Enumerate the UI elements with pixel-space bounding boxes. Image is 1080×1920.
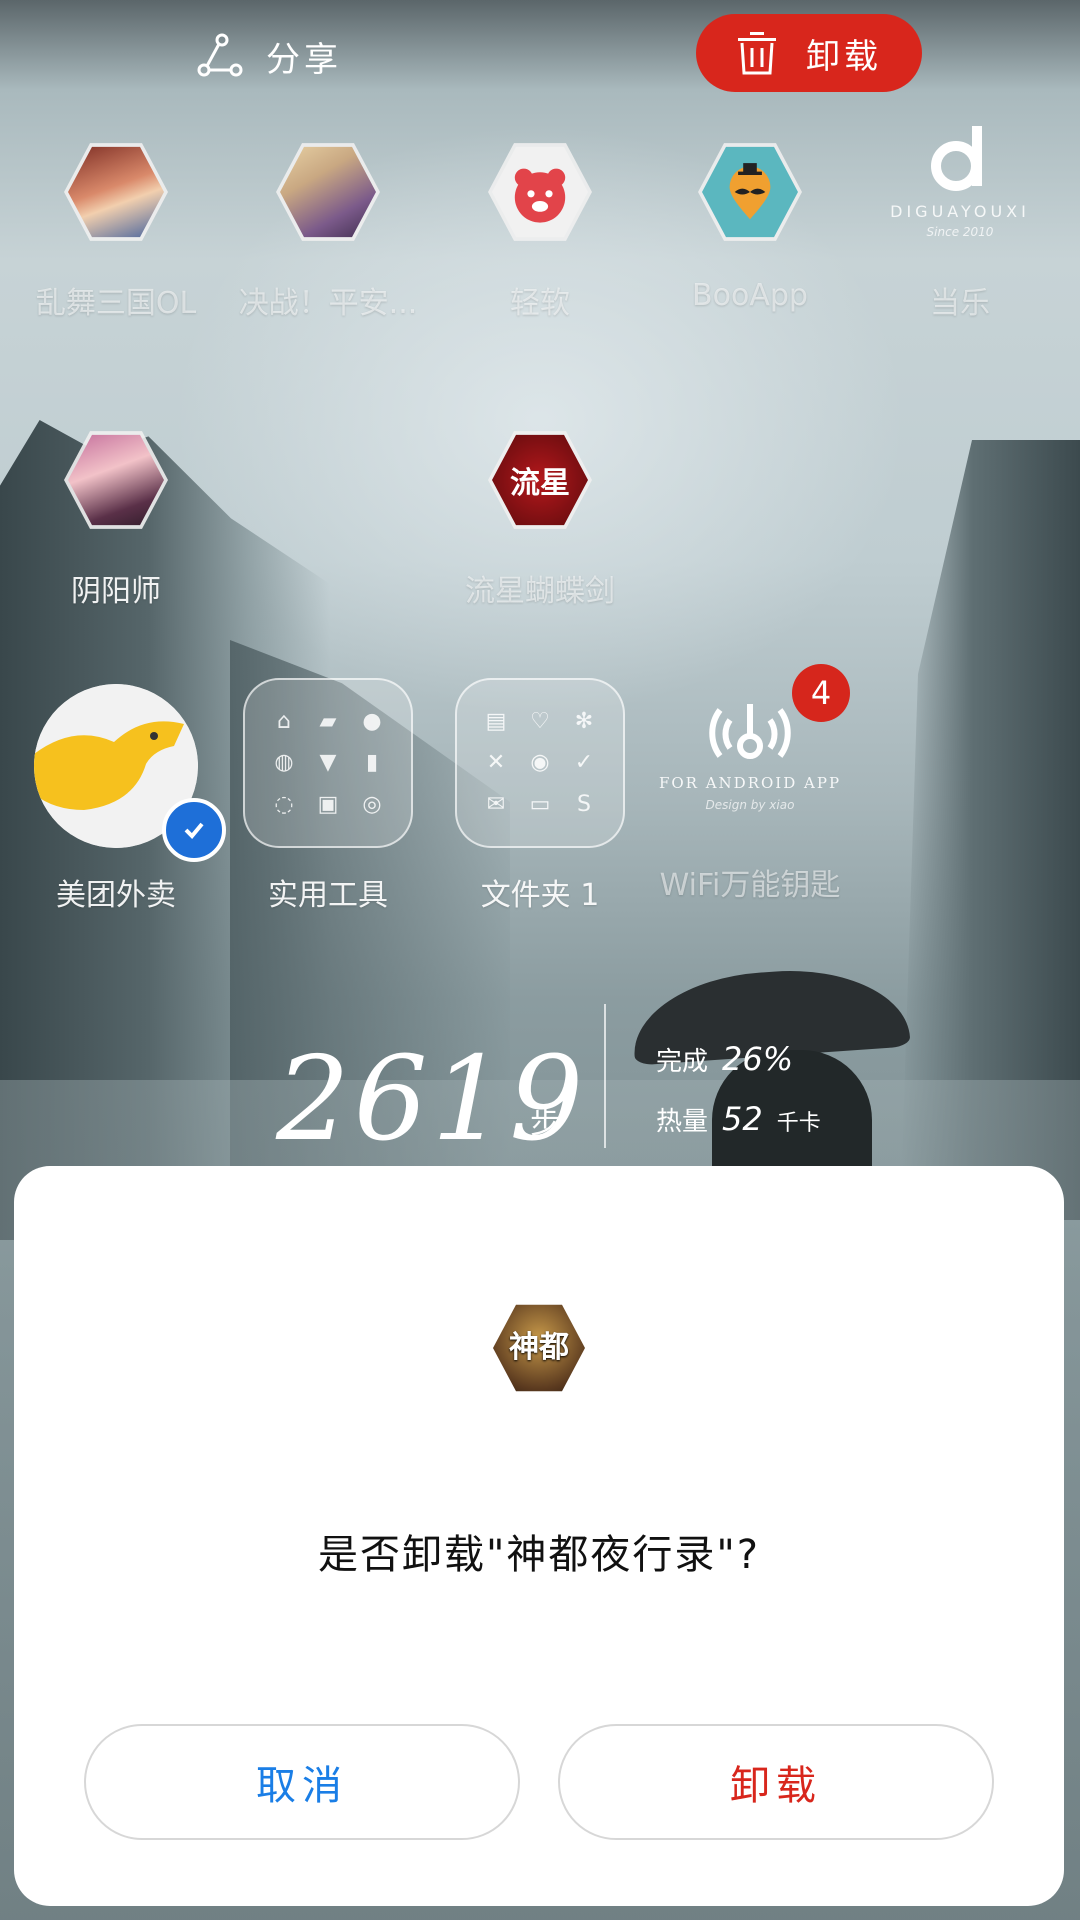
game-avatar-woman-icon bbox=[64, 143, 168, 241]
liuxing-icon: 流星 bbox=[488, 431, 592, 529]
complete-value: 26% bbox=[722, 1040, 794, 1078]
calorie-unit: 千卡 bbox=[776, 1111, 821, 1136]
share-label: 分享 bbox=[266, 39, 342, 80]
folder-tools[interactable]: ⌂ ▰ ● ◍ ▼ ▮ ◌ ▣ ◎ 实用工具 bbox=[228, 678, 428, 914]
notification-badge: 4 bbox=[792, 664, 850, 722]
app-label: BooApp bbox=[692, 278, 808, 313]
steps-unit: 步 bbox=[530, 1106, 560, 1141]
folder-icon: ⌂ ▰ ● ◍ ▼ ▮ ◌ ▣ ◎ bbox=[243, 678, 413, 848]
verified-shield-icon bbox=[162, 798, 226, 862]
app-label: 实用工具 bbox=[268, 878, 388, 913]
app-wifi-key[interactable]: FOR ANDROID APP Design by xiao WiFi万能钥匙 bbox=[650, 690, 850, 904]
calorie-value: 52 bbox=[722, 1100, 763, 1138]
shendu-app-icon: 神都 bbox=[493, 1304, 585, 1392]
share-icon bbox=[197, 33, 243, 77]
steps-complete-row: 完成 26% bbox=[656, 1040, 793, 1078]
app-label: 阴阳师 bbox=[71, 574, 161, 609]
app-label: 美团外卖 bbox=[56, 878, 176, 913]
share-button[interactable]: 分享 bbox=[196, 26, 342, 86]
dialog-message: 是否卸载"神都夜行录"? bbox=[317, 1532, 761, 1578]
game-avatar-blonde-icon bbox=[276, 143, 380, 241]
folder-icon: ▤ ♡ ✻ ✕ ◉ ✓ ✉ ▭ S bbox=[455, 678, 625, 848]
wifi-logo-sub: Design by xiao bbox=[705, 798, 795, 812]
complete-label: 完成 bbox=[656, 1047, 709, 1077]
app-label: 轻软 bbox=[510, 286, 570, 321]
mustache-pin-icon bbox=[698, 143, 802, 241]
app-label: 乱舞三国OL bbox=[35, 286, 197, 321]
cancel-button[interactable]: 取消 bbox=[84, 1724, 520, 1840]
steps-divider bbox=[604, 1004, 606, 1148]
app-luanwu[interactable]: 乱舞三国OL bbox=[16, 140, 216, 322]
folder-1[interactable]: ▤ ♡ ✻ ✕ ◉ ✓ ✉ ▭ S 文件夹 1 bbox=[440, 678, 640, 914]
app-yinyangshi[interactable]: 阴阳师 bbox=[16, 428, 216, 610]
wifi-logo-text: FOR ANDROID APP bbox=[658, 774, 842, 792]
app-liuxing[interactable]: 流星 流星蝴蝶剑 bbox=[440, 428, 640, 610]
app-label: 文件夹 1 bbox=[480, 878, 600, 913]
app-label: 当乐 bbox=[930, 286, 990, 321]
app-meituan[interactable]: 美团外卖 bbox=[16, 684, 226, 914]
calorie-label: 热量 bbox=[656, 1107, 709, 1137]
uninstall-dialog: 神都 是否卸载"神都夜行录"? 取消 卸载 bbox=[14, 1166, 1064, 1906]
uninstall-top-button[interactable]: 卸载 bbox=[696, 14, 922, 92]
app-label: 决战！平安... bbox=[238, 286, 418, 321]
app-dangle[interactable]: DIGUAYOUXI Since 2010 当乐 bbox=[860, 120, 1060, 322]
d-logo-icon: DIGUAYOUXI Since 2010 bbox=[860, 120, 1060, 260]
app-label: WiFi万能钥匙 bbox=[659, 868, 841, 903]
onmyoji-icon bbox=[64, 431, 168, 529]
uninstall-top-label: 卸载 bbox=[806, 36, 882, 77]
steps-calorie-row: 热量 52 千卡 bbox=[656, 1100, 821, 1138]
confirm-uninstall-button[interactable]: 卸载 bbox=[558, 1724, 994, 1840]
app-booapp[interactable]: BooApp bbox=[650, 140, 850, 313]
app-label: 流星蝴蝶剑 bbox=[465, 574, 615, 609]
red-bear-icon bbox=[488, 143, 592, 241]
trash-icon bbox=[738, 32, 776, 75]
d-logo-text: DIGUAYOUXI bbox=[890, 202, 1030, 221]
d-logo-sub: Since 2010 bbox=[926, 225, 994, 239]
app-qingruan[interactable]: 轻软 bbox=[440, 140, 640, 322]
app-juezhan[interactable]: 决战！平安... bbox=[228, 140, 428, 322]
dialog-app-icon-text: 神都 bbox=[509, 1330, 569, 1365]
liuxing-icon-text: 流星 bbox=[510, 466, 570, 501]
